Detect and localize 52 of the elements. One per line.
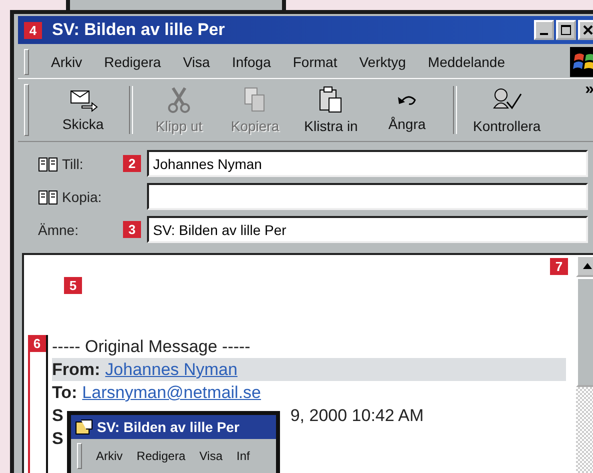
header-label: To: <box>52 382 78 404</box>
minimize-button[interactable] <box>534 20 554 40</box>
toolbar-button[interactable]: Ångra <box>371 88 443 132</box>
menu-item[interactable]: Arkiv <box>96 449 123 463</box>
maximize-icon <box>561 25 571 35</box>
menu-item[interactable]: Visa <box>199 449 223 463</box>
more-chevron[interactable]: » <box>585 81 593 99</box>
callout-number: 3 <box>123 220 141 238</box>
close-icon <box>583 25 593 35</box>
email-link[interactable]: Johannes Nyman <box>105 358 238 381</box>
header-label: S <box>52 428 64 450</box>
menu-item[interactable]: Arkiv <box>51 54 82 70</box>
close-button[interactable] <box>578 20 593 40</box>
toolbar-button[interactable]: Kontrollera <box>467 86 547 134</box>
callout-number: 2 <box>123 154 141 172</box>
scroll-thumb[interactable] <box>576 277 593 387</box>
callout-number: 4 <box>24 22 42 38</box>
field-label: Till: <box>62 156 84 172</box>
input-field[interactable]: Johannes Nyman <box>147 150 588 177</box>
field-label: Ämne: <box>38 222 78 238</box>
menu-item[interactable]: Infoga <box>232 54 271 70</box>
email-link[interactable]: Larsnyman@netmail.se <box>82 381 262 404</box>
menu-item[interactable]: Redigera <box>136 449 186 463</box>
header-label: From: <box>52 359 100 381</box>
menu-item[interactable]: Redigera <box>104 54 161 70</box>
envelope-icon <box>75 419 93 435</box>
maximize-button[interactable] <box>556 20 576 40</box>
input-field[interactable]: SV: Bilden av lille Per <box>147 216 588 243</box>
menu-item[interactable]: Meddelande <box>428 54 505 70</box>
menu-item[interactable]: Verktyg <box>359 54 406 70</box>
up-arrow-icon <box>582 263 592 269</box>
minimize-icon <box>540 33 548 35</box>
header-value: 9, 2000 10:42 AM <box>290 405 424 427</box>
window-title: SV: Bilden av lille Per <box>97 419 240 435</box>
window-title: SV: Bilden av lille Per <box>52 20 226 40</box>
toolbar-button[interactable]: Klistra in <box>295 86 367 134</box>
menu-item[interactable]: Visa <box>182 54 210 70</box>
scroll-up-button[interactable] <box>576 255 593 277</box>
address-book-icon <box>38 156 58 172</box>
header-label: S <box>52 405 64 427</box>
field-label: Kopia: <box>62 188 102 204</box>
callout-number: 5 <box>64 277 82 294</box>
callout-number: 7 <box>550 258 568 275</box>
flag-logo-icon <box>570 47 593 77</box>
input-field[interactable] <box>147 183 588 210</box>
quote-header: ----- Original Message ----- <box>52 336 252 358</box>
callout-number: 6 <box>28 335 46 352</box>
address-book-icon <box>38 188 58 204</box>
toolbar-button[interactable]: Skicka <box>47 88 119 132</box>
envelope-arrow-icon <box>68 88 98 112</box>
menu-item[interactable]: Format <box>292 54 338 70</box>
menu-item[interactable]: Inf <box>236 449 250 463</box>
